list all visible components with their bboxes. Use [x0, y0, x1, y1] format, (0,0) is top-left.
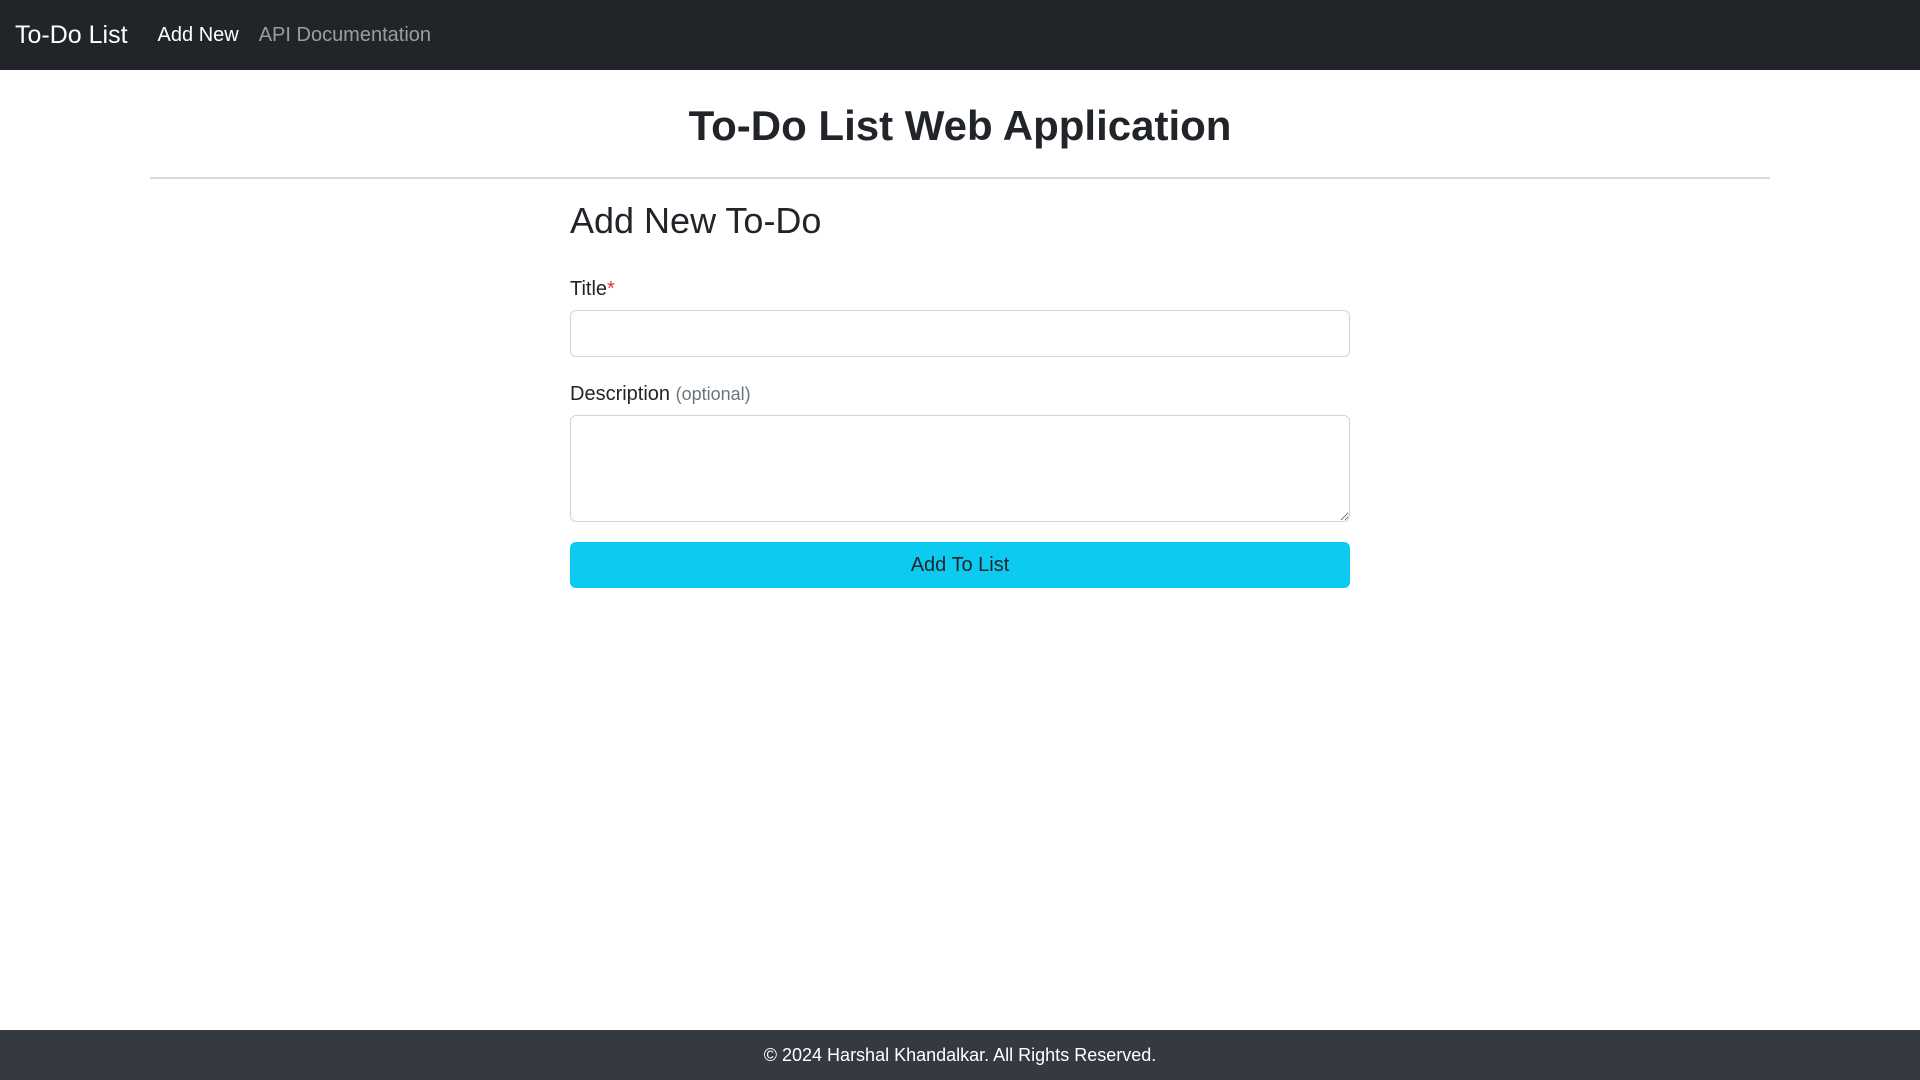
footer-copyright: © 2024 Harshal Khandalkar. All Rights Re…: [763, 1044, 1157, 1065]
add-todo-form: Add New To-Do Title* Description (option…: [570, 198, 1350, 588]
add-to-list-button[interactable]: Add To List: [570, 542, 1350, 588]
form-heading: Add New To-Do: [570, 200, 822, 241]
required-mark: *: [607, 278, 615, 300]
description-label: Description (optional): [570, 381, 1350, 407]
title-divider: [150, 177, 1770, 179]
title-input[interactable]: [570, 310, 1350, 357]
nav-link-add-new[interactable]: Add New: [158, 24, 239, 47]
footer: © 2024 Harshal Khandalkar. All Rights Re…: [0, 1030, 1920, 1080]
title-label: Title*: [570, 276, 1350, 302]
nav-link-api-documentation[interactable]: API Documentation: [259, 24, 431, 47]
navbar-brand[interactable]: To-Do List: [15, 21, 128, 50]
navbar: To-Do List Add New API Documentation: [0, 0, 1920, 70]
description-textarea[interactable]: [570, 415, 1350, 522]
title-label-text: Title: [570, 278, 608, 300]
description-label-text: Description: [570, 383, 671, 405]
optional-hint: (optional): [675, 384, 751, 404]
page-title: To-Do List Web Application: [688, 102, 1232, 149]
